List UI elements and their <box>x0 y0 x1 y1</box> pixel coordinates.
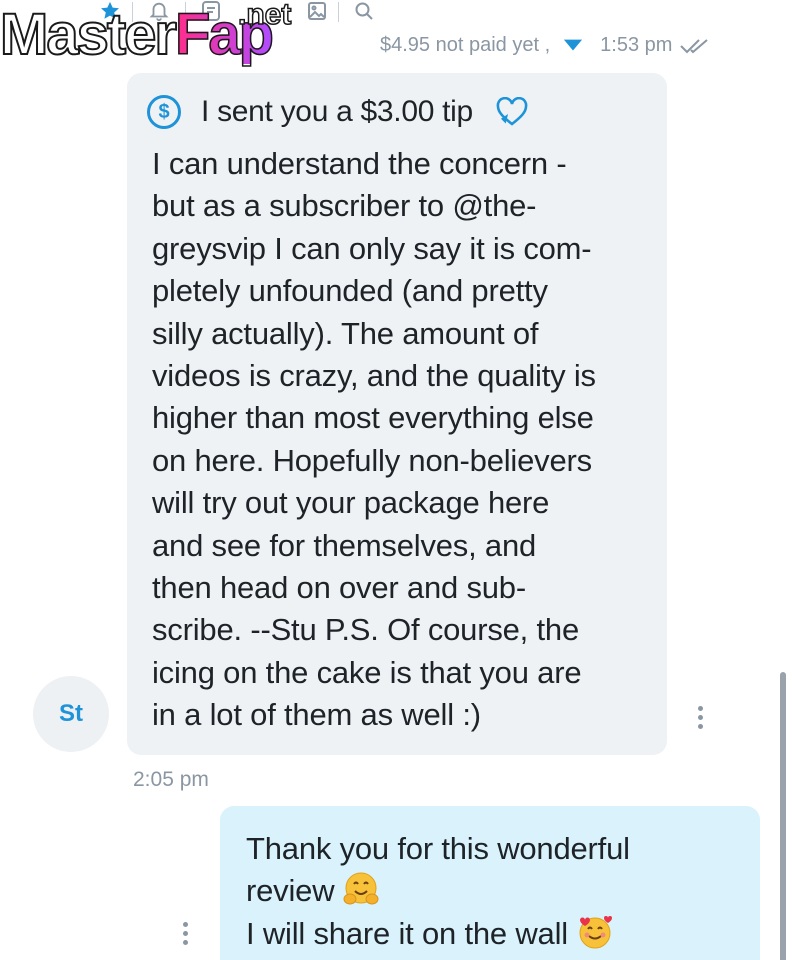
message-line: I will share it on the wall <box>246 913 630 955</box>
message-line-text: I will share it on the wall <box>246 915 568 951</box>
more-options-icon[interactable] <box>181 922 189 945</box>
message-line: scribe. --Stu P.S. Of course, the <box>152 612 580 648</box>
message-line: will try out your package here <box>152 485 550 521</box>
double-check-icon <box>680 38 709 53</box>
heart-icon <box>564 39 583 51</box>
smiling-face-with-hearts-emoji <box>579 915 612 949</box>
previous-message-status: $4.95 not paid yet , 1:53 pm <box>380 34 710 57</box>
dollar-coin-icon: $ <box>147 95 181 129</box>
message-line: but as a subscriber to @the- <box>152 188 537 224</box>
message-line: higher than most everything else <box>152 400 594 436</box>
incoming-message-bubble[interactable]: $ I sent you a $3.00 tip I can understan… <box>127 73 667 755</box>
avatar[interactable]: St <box>33 676 109 752</box>
message-line-text: review <box>246 873 335 909</box>
tip-row: $ I sent you a $3.00 tip <box>147 95 529 129</box>
message-line: greysvip I can only say it is com- <box>152 230 592 266</box>
watermark-logo: Master Fap .net <box>0 0 292 67</box>
message-line: on here. Hopefully non-believers <box>152 442 592 478</box>
message-line: videos is crazy, and the quality is <box>152 358 596 394</box>
message-line: then head on over and sub- <box>152 570 526 606</box>
message-line: Thank you for this wonderful <box>246 831 630 866</box>
more-options-icon[interactable] <box>696 706 704 729</box>
outgoing-message-bubble[interactable]: Thank you for this wonderful review I wi… <box>220 806 760 960</box>
message-line: I can understand the concern - <box>152 146 567 181</box>
hugging-face-emoji <box>343 872 379 905</box>
message-line: pletely unfounded (and pretty <box>152 273 548 309</box>
message-line: review <box>246 870 630 912</box>
image-icon[interactable] <box>306 0 328 22</box>
scrollbar[interactable] <box>780 672 786 960</box>
unpaid-amount-text: $4.95 not paid yet , <box>380 34 551 56</box>
message-line: silly actually). The amount of <box>152 315 539 351</box>
message-time: 2:05 pm <box>133 768 209 791</box>
heart-outline-icon[interactable] <box>495 97 529 127</box>
message-line: and see for themselves, and <box>152 527 537 563</box>
watermark-master: Master <box>0 2 178 67</box>
tip-text: I sent you a $3.00 tip <box>201 95 473 128</box>
incoming-message-text: I can understand the concern - but as a … <box>152 143 662 737</box>
message-line: icing on the cake is that you are <box>152 654 582 690</box>
watermark-net: .net <box>237 0 292 31</box>
outgoing-message-text: Thank you for this wonderful review I wi… <box>246 828 630 955</box>
previous-message-time: 1:53 pm <box>600 34 673 56</box>
message-line: in a lot of them as well :) <box>152 697 481 733</box>
search-icon[interactable] <box>352 0 376 22</box>
